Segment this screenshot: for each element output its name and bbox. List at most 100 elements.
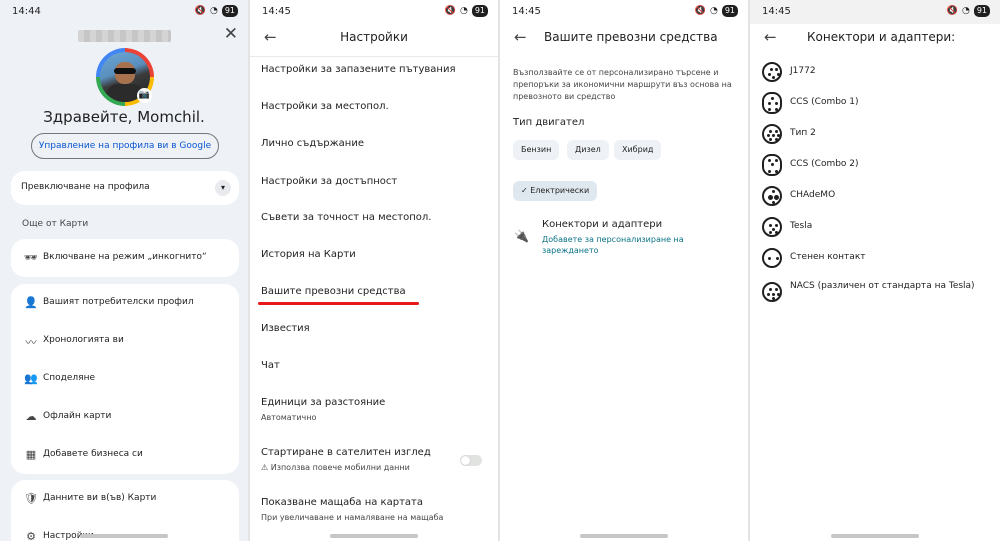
divider [250,56,498,57]
connector-label: CHAdeMO [790,190,836,200]
greeting-text: Здравейте, Momchil. [43,108,205,126]
chip-diesel[interactable]: Дизел [567,140,609,160]
settings-item-satellite[interactable]: Стартиране в сателитен изглед [261,447,431,458]
connector-row-ccs1[interactable]: CCS (Combo 1) [762,92,992,115]
battery-indicator: 91 [721,5,738,17]
engine-type-label: Тип двигател [513,117,585,128]
gesture-bar [330,534,418,538]
vehicles-screen: 14:45 🔇 ◔ 91 ← Вашите превозни средства … [500,0,748,541]
menu-item-sharing[interactable]: 👥 Споделяне [11,360,239,398]
status-time: 14:45 [762,6,791,17]
plug-icon: 🔌 [514,229,529,243]
gesture-bar [580,534,668,538]
connector-row-j1772[interactable]: J1772 [762,62,992,84]
connector-row-tesla[interactable]: Tesla [762,217,992,239]
connector-label: NACS (различен от стандарта на Tesla) [790,281,975,291]
wifi-icon: ◔ [459,6,468,16]
connectors-add-link[interactable]: Добавете за персонализиране на зареждане… [542,234,732,256]
tesla-connector-icon [762,217,782,237]
settings-item-notifications[interactable]: Известия [261,323,310,334]
incognito-card[interactable]: 🕶 Включване на режим „инкогнито“ [11,239,239,277]
battery-indicator: 91 [973,5,990,17]
map-scale-subtitle: При увеличаване и намаляване на мащаба [261,513,444,522]
settings-item-location[interactable]: Настройки за местопол. [261,101,389,112]
chevron-down-icon[interactable]: ▾ [215,180,231,196]
menu-card-primary: 👤 Вашият потребителски профил 〰 Хронолог… [11,284,239,474]
red-underline-highlight [258,302,419,305]
status-icons: 🔇 ◔ 91 [695,5,738,17]
section-title-more: Още от Карти [22,219,89,229]
timeline-icon: 〰 [25,336,37,349]
camera-icon[interactable]: 📷 [137,88,152,103]
page-title: Вашите превозни средства [544,30,718,44]
ccs-combo2-connector-icon [762,154,782,176]
settings-item-your-vehicles[interactable]: Вашите превозни средства [261,286,406,297]
connector-label: J1772 [790,66,816,76]
mute-icon: 🔇 [194,6,206,16]
settings-item-accessibility[interactable]: Настройки за достъпност [261,176,397,187]
offline-cloud-icon: ☁ [25,410,37,423]
gesture-bar [831,534,919,538]
connector-row-type2[interactable]: Тип 2 [762,124,992,146]
connector-row-chademo[interactable]: CHAdeMO [762,186,992,208]
app-bar: ← Конектори и адаптери: [750,24,1000,54]
wifi-icon: ◔ [961,6,970,16]
app-bar: ← Настройки [250,24,498,54]
connectors-screen: 14:45 🔇 ◔ 91 ← Конектори и адаптери: J17… [750,0,1000,541]
chip-hybrid[interactable]: Хибрид [614,140,662,160]
settings-item-maps-history[interactable]: История на Карти [261,249,356,260]
menu-item-label: Данните ви в(ъв) Карти [43,493,157,503]
page-title: Конектори и адаптери: [807,30,956,44]
connector-row-ccs2[interactable]: CCS (Combo 2) [762,154,992,177]
gear-icon: ⚙ [26,530,36,541]
settings-item-location-accuracy[interactable]: Съвети за точност на местопол. [261,212,431,223]
chip-petrol[interactable]: Бензин [513,140,560,160]
menu-item-add-business[interactable]: ▦ Добавете бизнеса си [11,436,239,474]
j1772-connector-icon [762,62,782,82]
mute-icon: 🔇 [694,6,706,16]
manage-account-button[interactable]: Управление на профила ви в Google [31,133,219,159]
connector-row-nacs[interactable]: NACS (различен от стандарта на Tesla) [762,281,992,304]
settings-item-chat[interactable]: Чат [261,360,280,371]
menu-item-offline-maps[interactable]: ☁ Офлайн карти [11,398,239,436]
menu-item-profile[interactable]: 👤 Вашият потребителски профил [11,284,239,322]
settings-item-distance-units[interactable]: Единици за разстояние [261,397,385,408]
connector-row-wall-outlet[interactable]: Стенен контакт [762,248,992,270]
settings-item-saved-trips[interactable]: Настройки за запазените пътувания [261,64,455,75]
switch-profile-row[interactable]: Превключване на профила ▾ [11,171,239,205]
page-title: Настройки [340,30,408,44]
menu-item-label: Добавете бизнеса си [43,449,143,459]
close-icon[interactable]: ✕ [224,24,238,44]
satellite-toggle[interactable] [460,455,482,466]
menu-item-label: Офлайн карти [43,411,112,421]
wifi-icon: ◔ [209,6,218,16]
menu-item-your-data[interactable]: 🛡 Данните ви в(ъв) Карти [11,480,239,518]
ccs-combo1-connector-icon [762,92,782,114]
app-bar: ← Вашите превозни средства [500,24,748,54]
wall-outlet-icon [762,248,782,268]
connectors-title[interactable]: Конектори и адаптери [542,219,662,230]
menu-item-timeline[interactable]: 〰 Хронологията ви [11,322,239,360]
switch-profile-label: Превключване на профила [21,182,150,192]
menu-item-label: Вашият потребителски профил [43,297,194,307]
settings-item-personal-content[interactable]: Лично съдържание [261,138,364,149]
chip-electric-selected[interactable]: ✓ Електрически [513,181,598,201]
settings-item-map-scale[interactable]: Показване мащаба на картата [261,497,423,508]
status-time: 14:45 [512,6,541,17]
store-icon: ▦ [25,448,37,461]
share-people-icon: 👥 [24,372,38,385]
connector-label: Стенен контакт [790,252,866,262]
shield-icon: 🛡 [24,492,38,505]
menu-item-label: Включване на режим „инкогнито“ [43,252,207,262]
back-arrow-icon[interactable]: ← [514,28,527,46]
nacs-connector-icon [762,282,782,302]
person-icon: 👤 [24,296,38,309]
status-bar: 14:45 🔇 ◔ 91 [500,0,748,24]
back-arrow-icon[interactable]: ← [764,28,777,46]
connector-label: CCS (Combo 2) [790,159,859,169]
menu-item-incognito[interactable]: 🕶 Включване на режим „инкогнито“ [11,239,239,277]
incognito-icon: 🕶 [24,251,38,264]
status-icons: 🔇 ◔ 91 [445,5,488,17]
battery-indicator: 91 [221,5,238,17]
connector-label: Tesla [790,221,813,231]
